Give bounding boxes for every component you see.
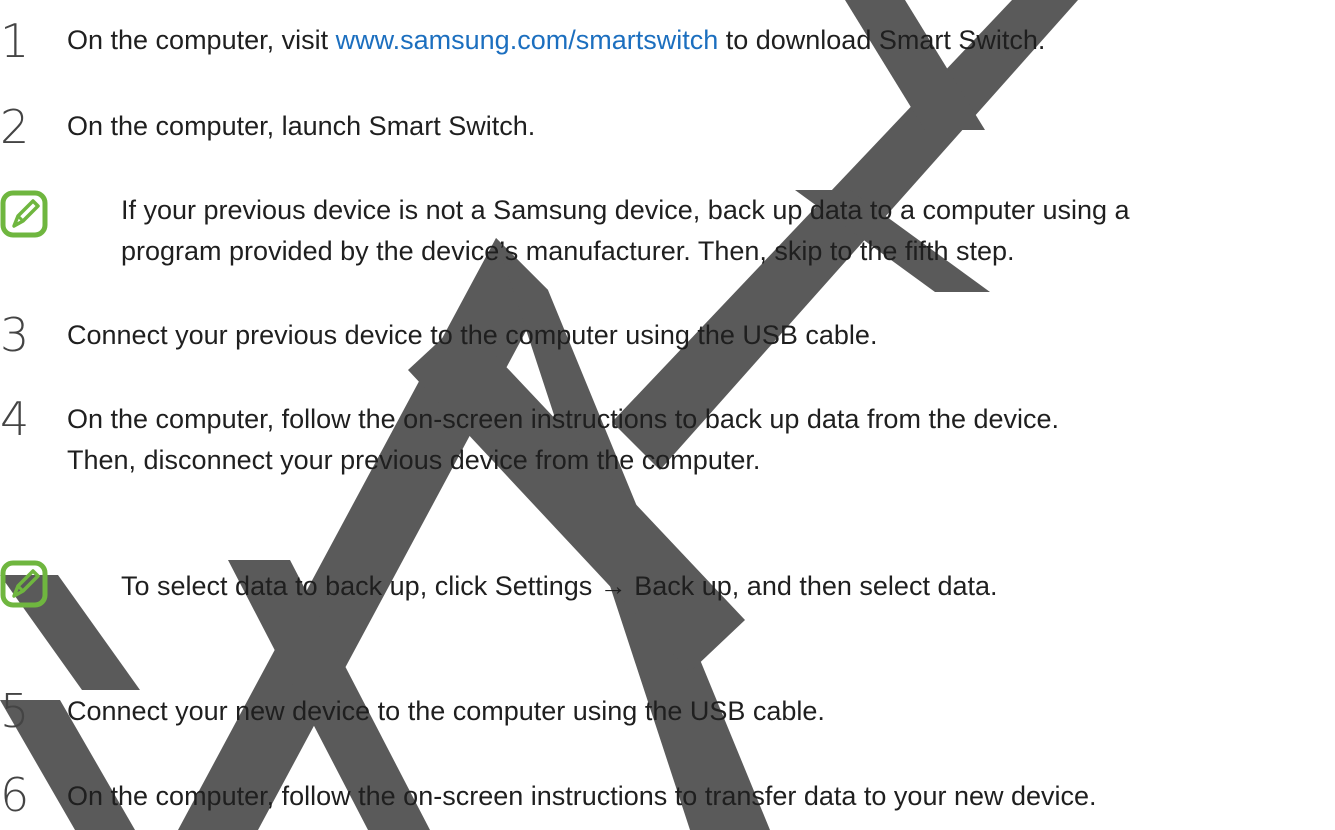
note-pencil-icon [0, 560, 48, 608]
note-text: If your previous device is not a Samsung… [121, 195, 1130, 266]
step-number: 4 [0, 392, 30, 446]
step-text: On the computer, visit www.samsung.com/s… [67, 25, 1046, 55]
smartswitch-link[interactable]: www.samsung.com/smartswitch [336, 25, 719, 55]
step-number: 5 [0, 684, 30, 738]
step-number: 2 [0, 100, 30, 154]
step-text: On the computer, follow the on-screen in… [67, 404, 1060, 475]
step-text: Connect your new device to the computer … [67, 696, 825, 726]
instructions: 1 On the computer, visit www.samsung.com… [0, 0, 1335, 830]
step-number: 3 [0, 308, 30, 362]
note-pencil-icon [0, 190, 48, 238]
note-text: To select data to back up, click Setting… [121, 571, 998, 601]
step-number: 1 [0, 14, 30, 68]
step-text: On the computer, follow the on-screen in… [67, 781, 1097, 811]
step-text: On the computer, launch Smart Switch. [67, 111, 536, 141]
step-number: 6 [0, 768, 30, 822]
step-text: Connect your previous device to the comp… [67, 320, 878, 350]
